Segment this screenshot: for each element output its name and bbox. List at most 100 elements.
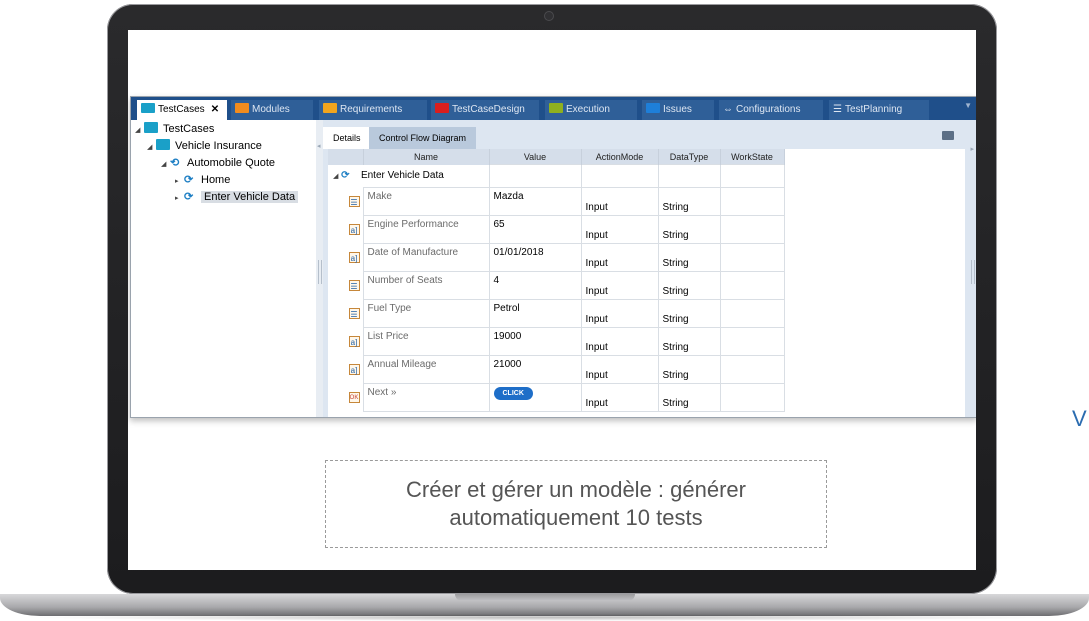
- folder-icon: [646, 103, 660, 113]
- tree-item-enter-vehicle-data[interactable]: ▸ ⟳ Enter Vehicle Data: [175, 189, 299, 207]
- cell-datatype[interactable]: String: [657, 327, 721, 356]
- cell-workstate[interactable]: [719, 271, 785, 300]
- cell-actionmode[interactable]: Input: [580, 243, 659, 272]
- cell-value[interactable]: Petrol: [488, 299, 582, 328]
- table-row[interactable]: a] List Price 19000 Input String: [328, 327, 785, 356]
- sync-icon: ⟳: [184, 191, 194, 203]
- cell-workstate[interactable]: [719, 187, 785, 216]
- cell-actionmode[interactable]: Input: [580, 327, 659, 356]
- tab-label: TestCaseDesign: [452, 104, 525, 115]
- folder-icon: [549, 103, 563, 113]
- tab-label: TestPlanning: [844, 104, 903, 115]
- cell-value: CLICK: [488, 383, 582, 412]
- cell-datatype[interactable]: String: [657, 383, 721, 412]
- row-icon-cell: a]: [328, 356, 363, 384]
- tab-issues[interactable]: Issues: [642, 100, 714, 120]
- model-icon: ⟲: [170, 157, 180, 169]
- tab-testcasedesign[interactable]: TestCaseDesign: [431, 100, 539, 120]
- cell-datatype[interactable]: String: [657, 355, 721, 384]
- grip-icon[interactable]: [971, 260, 975, 284]
- chevron-down-icon[interactable]: ▼: [964, 101, 972, 110]
- cell-name: List Price: [362, 327, 490, 356]
- tree-item-automobile-quote[interactable]: ◢ ⟲ Automobile Quote: [161, 155, 275, 171]
- table-row[interactable]: a] Date of Manufacture 01/01/2018 Input Stri…: [328, 243, 785, 272]
- header-workstate[interactable]: WorkState: [720, 149, 785, 165]
- tab-execution[interactable]: Execution: [545, 100, 637, 120]
- splitter[interactable]: ◂: [316, 120, 323, 417]
- cell-actionmode[interactable]: Input: [580, 355, 659, 384]
- cell-workstate[interactable]: [719, 299, 785, 328]
- cell-datatype[interactable]: String: [657, 215, 721, 244]
- cell-workstate[interactable]: [719, 383, 785, 412]
- caption-box: Créer et gérer un modèle : générer autom…: [325, 460, 827, 548]
- close-icon[interactable]: ✕: [211, 104, 219, 115]
- header-spacer: [328, 149, 364, 165]
- tree-item-vehicle-insurance[interactable]: ◢ Vehicle Insurance: [147, 138, 262, 154]
- cell-datatype[interactable]: String: [657, 187, 721, 216]
- table-row[interactable]: ☰ Make Mazda Input String: [328, 187, 785, 216]
- row-icon-cell: ☰: [328, 300, 363, 328]
- grip-icon[interactable]: [318, 260, 322, 284]
- table-row[interactable]: ☰ Fuel Type Petrol Input String: [328, 299, 785, 328]
- expand-icon[interactable]: ▸: [175, 191, 184, 207]
- cell-value[interactable]: 01/01/2018: [488, 243, 582, 272]
- collapse-icon[interactable]: ◢: [333, 173, 338, 180]
- cell-value[interactable]: Mazda: [488, 187, 582, 216]
- collapse-left-icon[interactable]: ◂: [317, 142, 321, 150]
- cell-workstate[interactable]: [719, 355, 785, 384]
- print-icon[interactable]: [942, 131, 954, 140]
- sync-icon: ⟳: [341, 170, 350, 182]
- header-actionmode[interactable]: ActionMode: [581, 149, 659, 165]
- group-row[interactable]: ◢ ⟳ Enter Vehicle Data: [328, 164, 785, 188]
- list-field-icon: ☰: [348, 195, 360, 207]
- tab-testplanning[interactable]: ☰ TestPlanning: [829, 100, 929, 120]
- tree-item-testcases[interactable]: ◢ TestCases: [135, 121, 214, 137]
- link-icon: ⇔: [723, 104, 733, 115]
- cell-value[interactable]: 4: [488, 271, 582, 300]
- cell-value[interactable]: 19000: [488, 327, 582, 356]
- tree-label: Automobile Quote: [187, 157, 276, 169]
- cell-workstate[interactable]: [719, 215, 785, 244]
- cell-workstate[interactable]: [719, 327, 785, 356]
- tab-testcases[interactable]: TestCases ✕: [137, 100, 227, 120]
- header-datatype[interactable]: DataType: [658, 149, 721, 165]
- cell-datatype[interactable]: String: [657, 243, 721, 272]
- table-row[interactable]: OK Next » CLICK Input String: [328, 383, 785, 412]
- cell-value[interactable]: 21000: [488, 355, 582, 384]
- click-button[interactable]: CLICK: [493, 387, 533, 400]
- header-name[interactable]: Name: [363, 149, 490, 165]
- list-icon: ☰: [833, 104, 842, 115]
- collapse-icon[interactable]: ◢: [147, 140, 156, 156]
- tab-control-flow[interactable]: Control Flow Diagram: [369, 127, 477, 149]
- cell-actionmode[interactable]: Input: [580, 271, 659, 300]
- cell-name: Next »: [362, 383, 490, 412]
- tree-label: Enter Vehicle Data: [201, 191, 299, 203]
- tab-configurations[interactable]: ⇔ Configurations: [719, 100, 823, 120]
- tab-requirements[interactable]: Requirements: [319, 100, 427, 120]
- cell-actionmode[interactable]: Input: [580, 383, 659, 412]
- collapse-icon[interactable]: ◢: [161, 157, 170, 173]
- table-row[interactable]: ☰ Number of Seats 4 Input String: [328, 271, 785, 300]
- tab-details[interactable]: Details: [323, 127, 371, 149]
- cell-actionmode[interactable]: Input: [580, 187, 659, 216]
- app-window: TestCases ✕ Modules Requirements TestCase…: [130, 96, 976, 418]
- tab-label: Configurations: [736, 104, 801, 115]
- webcam: [544, 11, 554, 21]
- table-row[interactable]: a] Annual Mileage 21000 Input String: [328, 355, 785, 384]
- collapse-icon[interactable]: ◢: [135, 123, 144, 139]
- cell-actionmode[interactable]: Input: [580, 215, 659, 244]
- expand-icon[interactable]: ▸: [175, 174, 184, 190]
- cell-datatype[interactable]: String: [657, 299, 721, 328]
- table-row[interactable]: a] Engine Performance 65 Input String: [328, 215, 785, 244]
- tab-modules[interactable]: Modules: [231, 100, 313, 120]
- header-value[interactable]: Value: [489, 149, 582, 165]
- cell-value[interactable]: 65: [488, 215, 582, 244]
- tree-item-home[interactable]: ▸ ⟳ Home: [175, 172, 230, 188]
- cell-workstate[interactable]: [719, 243, 785, 272]
- collapse-right-icon[interactable]: ▸: [970, 145, 974, 153]
- cell-actionmode[interactable]: Input: [580, 299, 659, 328]
- folder-icon: [235, 103, 249, 113]
- cell-datatype[interactable]: String: [657, 271, 721, 300]
- text-field-icon: a]: [348, 223, 360, 235]
- group-label: Enter Vehicle Data: [360, 170, 444, 182]
